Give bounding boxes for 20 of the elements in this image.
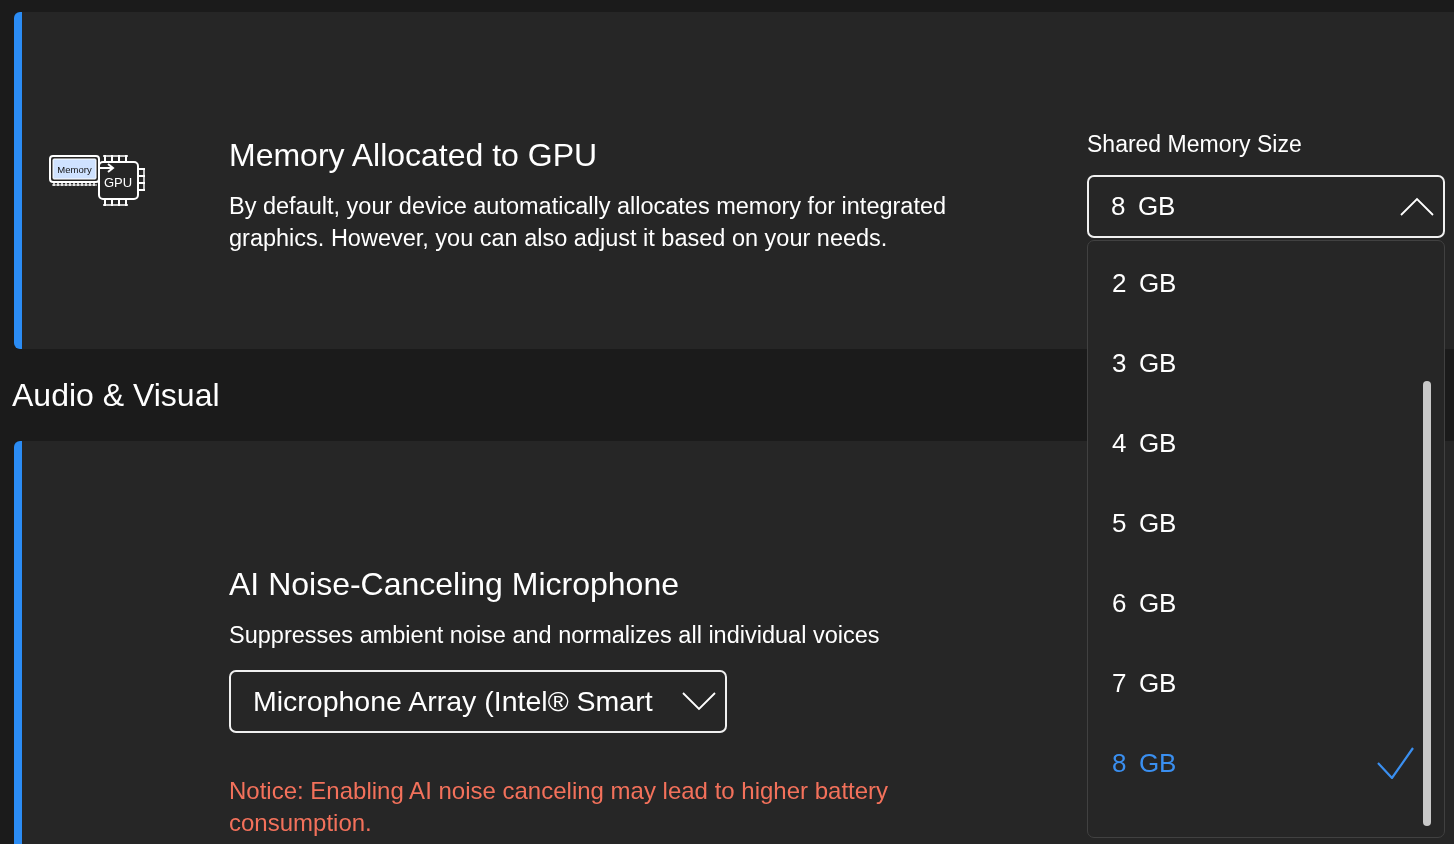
field-label: Shared Memory Size [1087,130,1303,159]
dropdown-option[interactable]: 4 GB [1088,403,1444,483]
setting-title: Memory Allocated to GPU [229,136,599,174]
dropdown-select[interactable]: Microphone Array (Intel® Smart [229,670,727,733]
dropdown-option[interactable]: 8 GB [1088,723,1444,803]
dropdown-option[interactable]: 3 GB [1088,323,1444,403]
chevron-icon [1400,197,1434,216]
setting-title: AI Noise-Canceling Microphone [229,565,679,603]
scrollbar-thumb[interactable] [1423,381,1431,826]
chevron-icon [682,692,716,711]
dropdown-option[interactable]: 2 GB [1088,243,1444,323]
warning-notice: Notice: Enabling AI noise canceling may lead to higher battery consumption. [229,776,890,838]
section-heading: Audio & Visual [12,375,220,415]
dropdown-option[interactable]: 7 GB [1088,643,1444,723]
checkmark-icon [1377,747,1414,779]
dropdown-option[interactable]: 5 GB [1088,483,1444,563]
setting-description: By default, your device automatically allocates memory for integrated graphics. However, you can also adjust it based on your needs. [229,192,948,253]
dropdown-select[interactable]: 8 GB [1087,175,1445,238]
dropdown-option[interactable]: 6 GB [1088,563,1444,643]
setting-description: Suppresses ambient noise and normalizes all individual voices [229,621,880,650]
